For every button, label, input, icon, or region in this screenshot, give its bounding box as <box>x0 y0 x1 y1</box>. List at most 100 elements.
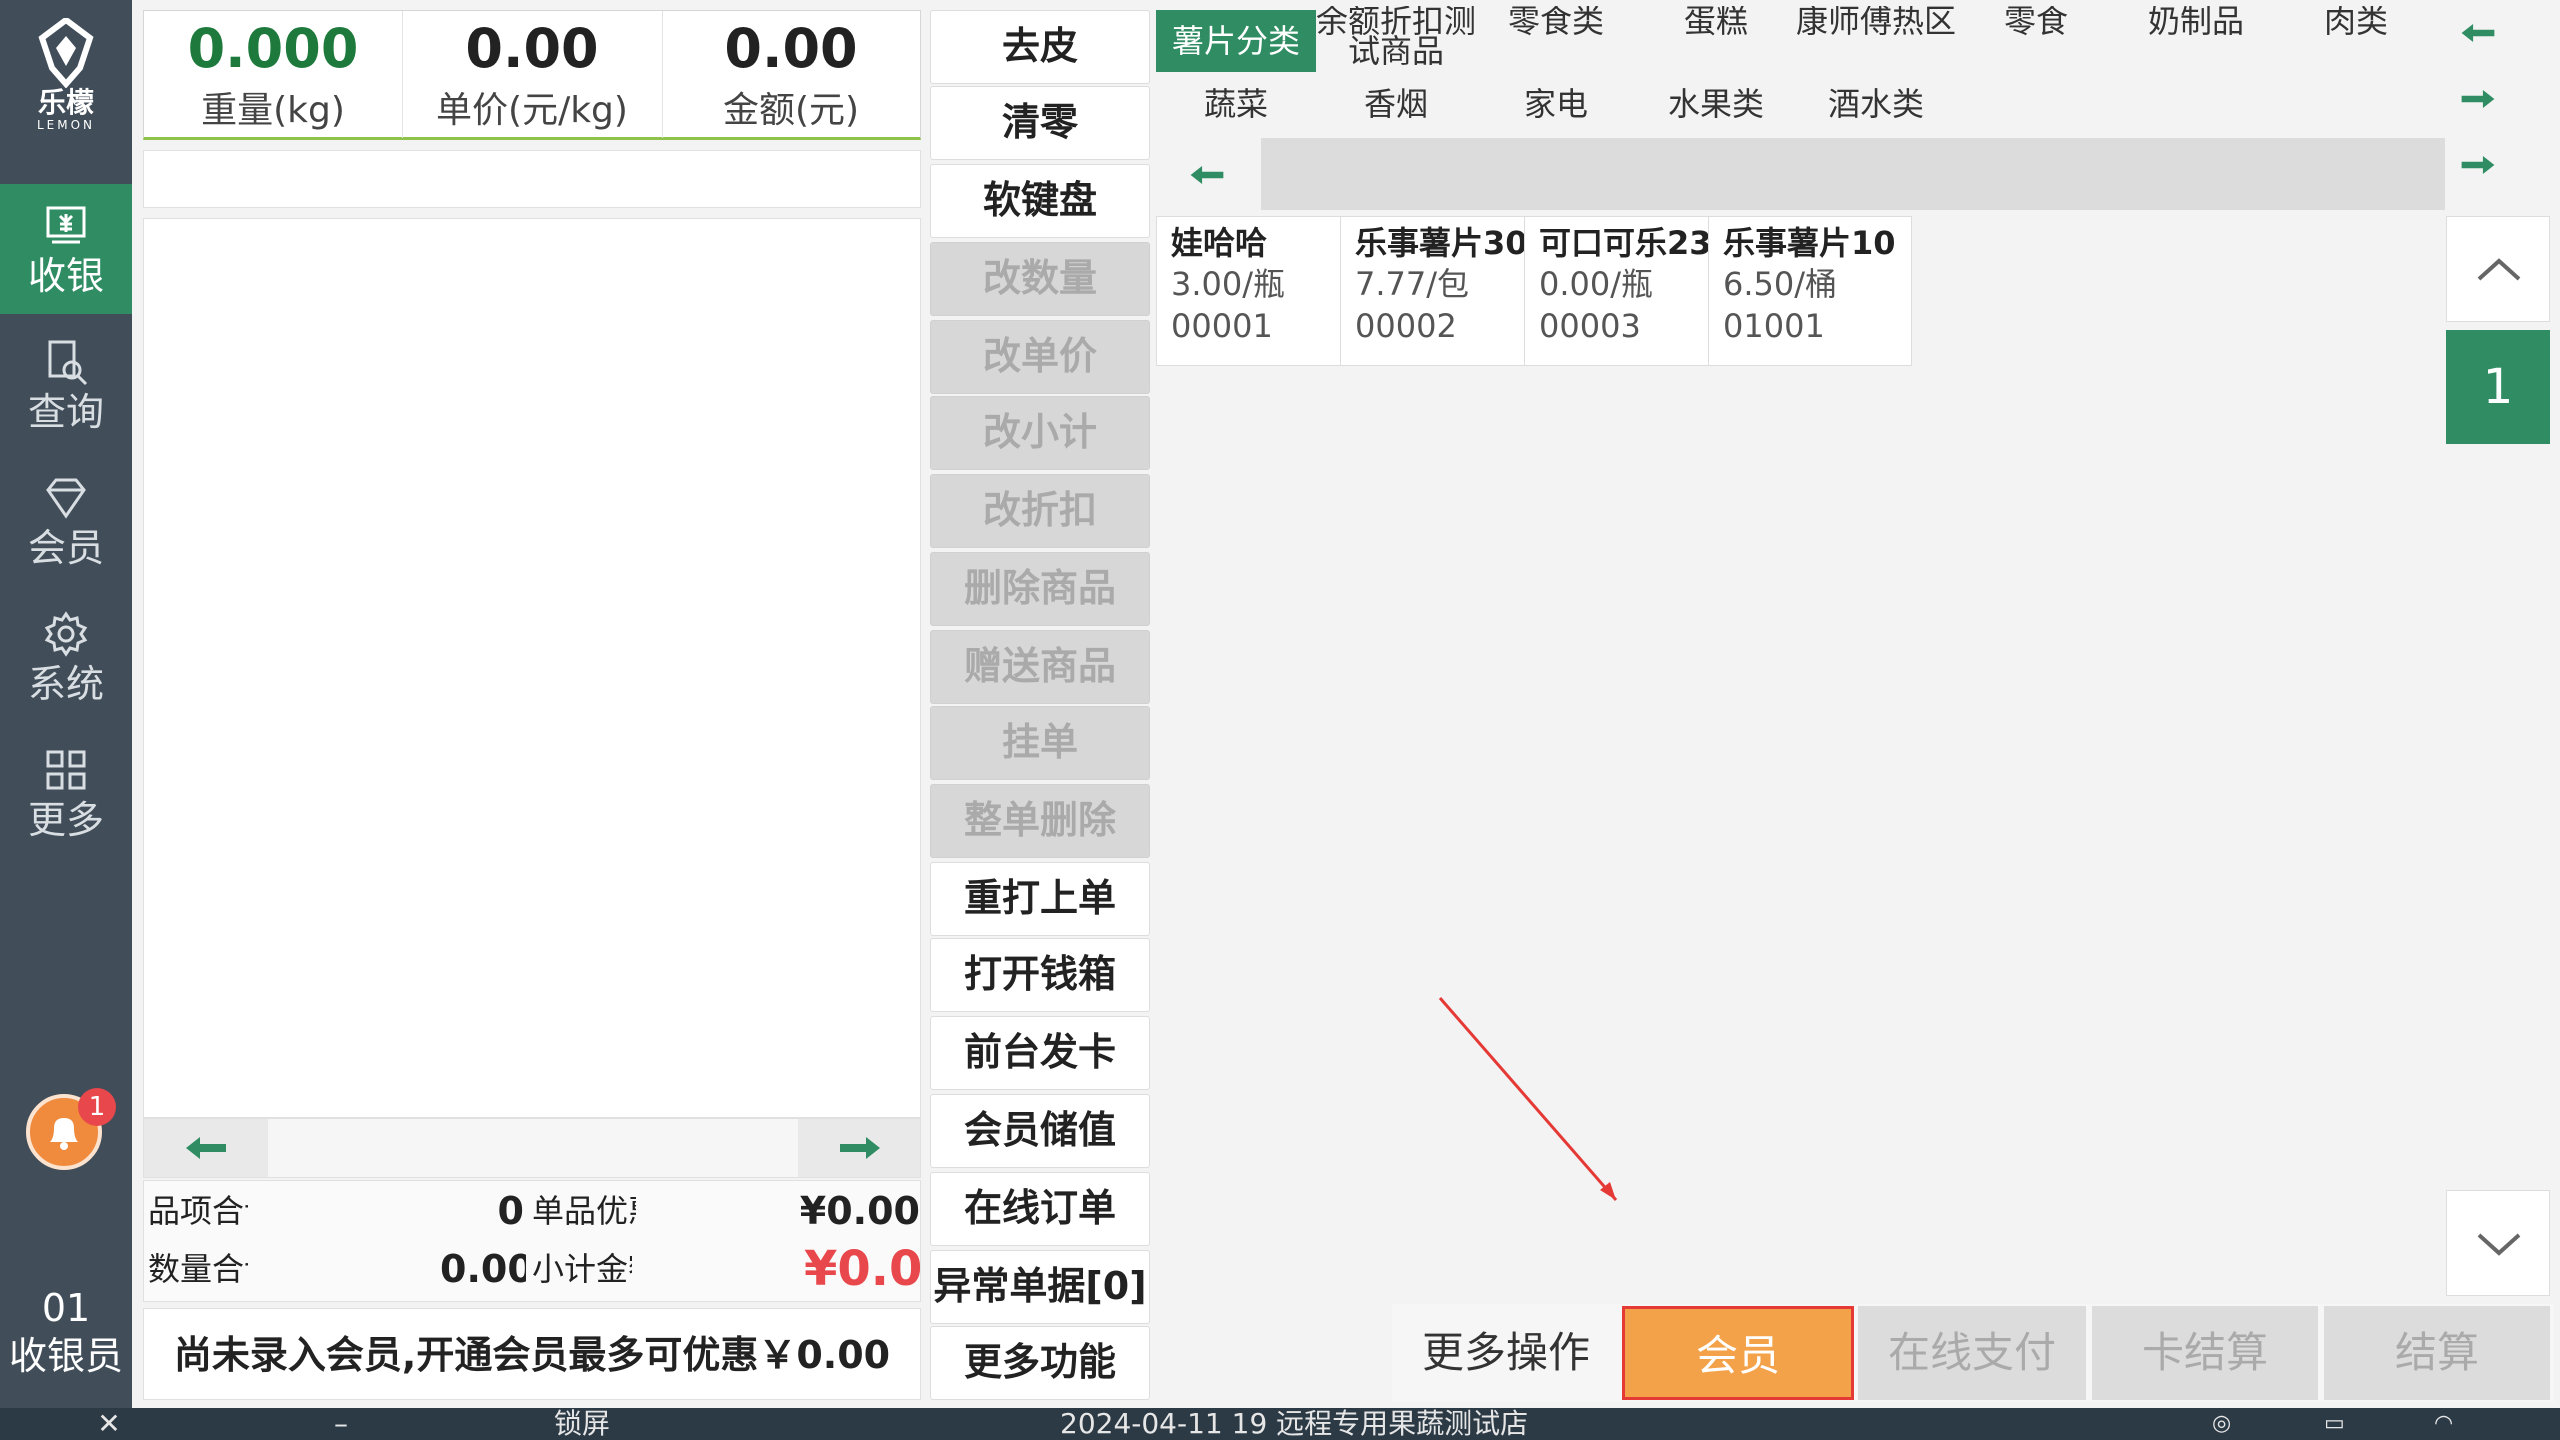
order-summary: 品项合计 0 单品优惠 ¥0.00 数量合计 0.000 小计金额 ¥0.00 <box>143 1180 921 1302</box>
function-button[interactable]: 去皮 <box>930 10 1150 84</box>
category-tab[interactable]: 零食类 <box>1476 6 1636 68</box>
sidebar-item-label: 系统 <box>27 662 104 706</box>
function-button[interactable]: 更多功能 <box>930 1326 1150 1400</box>
order-list-scrollbar[interactable] <box>143 1118 921 1178</box>
more-operations-button[interactable]: 更多操作 <box>1394 1306 1618 1400</box>
function-button[interactable]: 重打上单 <box>930 862 1150 936</box>
function-button[interactable]: 软键盘 <box>930 164 1150 238</box>
category-tab[interactable]: 康师傅热区 <box>1796 6 1956 68</box>
chevron-down-icon <box>2477 1233 2521 1256</box>
subcategory-strip[interactable] <box>1155 138 2505 210</box>
monitor-icon: ▭ <box>2324 1411 2345 1436</box>
card-checkout-button[interactable]: 卡结算 <box>2092 1306 2318 1400</box>
diamond-icon <box>46 478 86 519</box>
sidebar: 乐檬 LEMON 收银 查询 会员 系统 更多 1 01 收银员 <box>0 0 132 1408</box>
logo-text-cn: 乐檬 <box>37 86 94 119</box>
subcategory-next-arrow[interactable] <box>2460 152 2530 196</box>
category-tab[interactable]: 水果类 <box>1636 84 1796 124</box>
qty-total-value: 0.000 <box>440 1247 526 1291</box>
order-list[interactable] <box>143 218 921 1118</box>
chevron-up-icon <box>2477 258 2521 281</box>
items-total-label: 品项合计 <box>148 1192 248 1230</box>
category-tab[interactable]: 酒水类 <box>1796 84 1956 124</box>
order-header <box>143 150 921 208</box>
page-up-button[interactable] <box>2446 216 2550 322</box>
amount-value: 0.00 <box>724 17 858 80</box>
arrow-left-icon <box>186 1137 226 1159</box>
product-name: 乐事薯片30 <box>1355 224 1528 262</box>
function-button: 挂单 <box>930 706 1150 780</box>
category-tab[interactable]: 奶制品 <box>2116 6 2276 68</box>
category-prev-button[interactable] <box>2460 20 2530 64</box>
function-button: 删除商品 <box>930 552 1150 626</box>
unit-price-cell: 0.00 单价(元/kg) <box>402 11 663 138</box>
minimize-icon[interactable]: – <box>326 1408 356 1440</box>
online-pay-button[interactable]: 在线支付 <box>1858 1306 2086 1400</box>
sidebar-item-system[interactable]: 系统 <box>0 592 132 722</box>
product-code: 01001 <box>1723 307 1825 345</box>
arrow-left-icon <box>2461 24 2495 42</box>
sidebar-item-label: 收银 <box>27 254 104 298</box>
function-button[interactable]: 清零 <box>930 86 1150 160</box>
function-button: 整单删除 <box>930 784 1150 858</box>
arrow-right-icon <box>2461 156 2495 174</box>
subtotal-label: 小计金额 <box>532 1250 632 1288</box>
page-number: 1 <box>2446 330 2550 444</box>
scroll-left-button[interactable] <box>144 1119 268 1177</box>
product-card[interactable]: 可口可乐23 0.00/瓶 00003 <box>1524 216 1728 366</box>
product-card[interactable]: 乐事薯片30 7.77/包 00002 <box>1340 216 1544 366</box>
grid-icon <box>46 750 86 790</box>
sidebar-item-label: 查询 <box>27 390 104 434</box>
product-code: 00003 <box>1539 307 1641 345</box>
category-tab[interactable]: 肉类 <box>2276 6 2436 68</box>
sidebar-item-checkout[interactable]: 收银 <box>0 184 132 314</box>
amount-cell: 0.00 金额(元) <box>662 11 920 138</box>
weight-cell: 0.000 重量(kg) <box>144 11 403 138</box>
function-button[interactable]: 打开钱箱 <box>930 938 1150 1012</box>
product-card[interactable]: 乐事薯片10 6.50/桶 01001 <box>1708 216 1912 366</box>
notification-badge: 1 <box>78 1088 116 1126</box>
datetime-store: 2024-04-11 19 远程专用果蔬测试店 <box>1060 1408 1529 1440</box>
notification-bell-button[interactable]: 1 <box>26 1088 116 1170</box>
category-tab[interactable]: 家电 <box>1476 84 1636 124</box>
sidebar-item-label: 更多 <box>27 798 104 842</box>
member-button[interactable]: 会员 <box>1622 1306 1854 1400</box>
close-icon[interactable]: ✕ <box>94 1408 124 1440</box>
function-button: 改数量 <box>930 242 1150 316</box>
product-price: 6.50/桶 <box>1723 265 1838 303</box>
sidebar-item-query[interactable]: 查询 <box>0 320 132 450</box>
category-tab[interactable]: 零食 <box>1956 6 2116 68</box>
category-tab[interactable]: 余额折扣测试商品 <box>1316 6 1476 68</box>
category-tab[interactable]: 蔬菜 <box>1156 84 1316 124</box>
member-notice[interactable]: 尚未录入会员,开通会员最多可优惠￥0.00 <box>143 1308 921 1400</box>
category-next-button[interactable] <box>2460 86 2530 130</box>
lemon-logo: 乐檬 LEMON <box>0 14 132 144</box>
function-button[interactable]: 异常单据[0] <box>930 1250 1150 1324</box>
scroll-right-button[interactable] <box>798 1119 920 1177</box>
checkout-button[interactable]: 结算 <box>2324 1306 2550 1400</box>
product-name: 娃哈哈 <box>1171 224 1268 262</box>
subcategory-prev-button[interactable] <box>1155 138 1261 210</box>
function-button[interactable]: 会员储值 <box>930 1094 1150 1168</box>
lemon-logo-icon <box>38 18 94 88</box>
function-button[interactable]: 在线订单 <box>930 1172 1150 1246</box>
category-tab[interactable]: 薯片分类 <box>1156 10 1316 72</box>
sidebar-item-member[interactable]: 会员 <box>0 456 132 586</box>
search-document-icon <box>48 340 88 386</box>
function-button: 赠送商品 <box>930 630 1150 704</box>
function-button: 改单价 <box>930 320 1150 394</box>
lock-screen-button[interactable]: 锁屏 <box>554 1408 610 1440</box>
page-down-button[interactable] <box>2446 1190 2550 1296</box>
status-bar: ✕ – 锁屏 2024-04-11 19 远程专用果蔬测试店 ◎ ▭ ◠ <box>0 1408 2560 1440</box>
function-button: 改小计 <box>930 396 1150 470</box>
item-discount-label: 单品优惠 <box>532 1192 636 1230</box>
cash-register-icon <box>46 206 86 244</box>
weight-label: 重量(kg) <box>201 90 345 131</box>
category-tab[interactable]: 蛋糕 <box>1636 6 1796 68</box>
function-button[interactable]: 前台发卡 <box>930 1016 1150 1090</box>
product-card[interactable]: 娃哈哈 3.00/瓶 00001 <box>1156 216 1360 366</box>
product-name: 乐事薯片10 <box>1723 224 1896 262</box>
qty-total-label: 数量合计 <box>148 1250 248 1288</box>
category-tab[interactable]: 香烟 <box>1316 84 1476 124</box>
sidebar-item-more[interactable]: 更多 <box>0 728 132 858</box>
